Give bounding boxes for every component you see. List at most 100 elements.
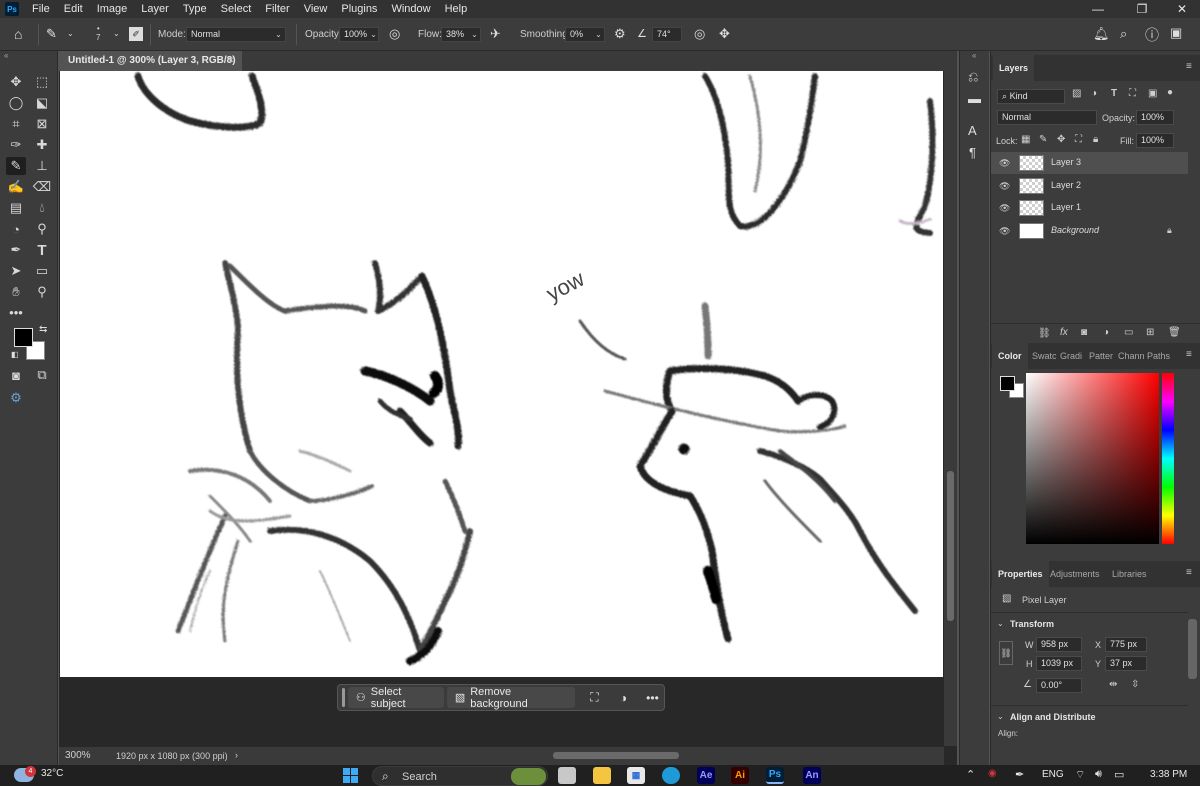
clock-time[interactable]: 3:38 PM <box>1150 769 1187 780</box>
eye-icon[interactable]: 👁︎ <box>999 226 1010 237</box>
mode-select[interactable]: Normal <box>186 27 286 42</box>
menu-type[interactable]: Type <box>176 0 214 18</box>
hue-slider[interactable] <box>1162 373 1174 544</box>
lasso-tool-icon[interactable]: ◯ <box>6 94 26 112</box>
adjustment-layer-icon[interactable]: ◑ <box>1103 327 1109 338</box>
animate-icon[interactable]: An <box>803 767 821 784</box>
filter-smart-object-icon[interactable]: ▣ <box>1148 88 1157 99</box>
width-field[interactable]: 958 px <box>1036 637 1082 652</box>
eye-icon[interactable]: 👁︎ <box>999 158 1010 169</box>
after-effects-icon[interactable]: Ae <box>697 767 715 784</box>
store-icon[interactable]: ▦ <box>627 767 645 784</box>
filter-type-icon[interactable]: T <box>1111 88 1117 99</box>
crop-tool-icon[interactable]: ⌗ <box>6 115 26 133</box>
filter-shape-icon[interactable]: ⛶ <box>1129 88 1136 99</box>
properties-scrollbar[interactable] <box>1188 619 1197 679</box>
x-field[interactable]: 775 px <box>1105 637 1147 652</box>
tab-patterns[interactable]: Patter <box>1089 343 1113 369</box>
symmetry-icon[interactable]: ✥ <box>719 26 730 42</box>
chevron-down-icon[interactable]: ⌄ <box>997 712 1004 721</box>
more-tools-icon[interactable]: ••• <box>6 303 26 321</box>
panel-menu-icon[interactable]: ≡ <box>1186 349 1192 360</box>
workspace-icon[interactable]: ▣ <box>1170 25 1182 41</box>
color-picker-field[interactable] <box>1026 373 1159 544</box>
tab-properties[interactable]: Properties <box>992 561 1049 587</box>
layer-opacity-field[interactable]: 100% <box>1136 110 1174 125</box>
pressure-opacity-icon[interactable]: ◎ <box>389 26 400 42</box>
chevron-down-icon[interactable]: ⌄ <box>469 27 480 42</box>
menu-view[interactable]: View <box>297 0 335 18</box>
eye-icon[interactable]: 👁︎ <box>999 181 1010 192</box>
paragraph-icon[interactable]: ¶ <box>969 145 976 160</box>
link-layers-icon[interactable]: ⛓ <box>1038 328 1051 339</box>
task-view-icon[interactable] <box>558 767 576 784</box>
volume-icon[interactable]: 🔊︎ <box>1095 768 1102 781</box>
brush-preset-picker[interactable]: • 7 <box>96 24 100 42</box>
more-options-icon[interactable]: ••• <box>641 687 664 708</box>
frame-tool-icon[interactable]: ⊠ <box>32 115 52 133</box>
delete-layer-icon[interactable]: 🗑︎ <box>1168 327 1181 338</box>
type-tool-icon[interactable]: T <box>32 241 52 259</box>
airbrush-icon[interactable]: ✈ <box>490 26 501 42</box>
new-layer-icon[interactable]: ⊞ <box>1146 327 1154 338</box>
chevron-down-icon[interactable]: ⌄ <box>67 29 74 38</box>
help-icon[interactable]: ⓘ <box>1145 25 1159 45</box>
default-colors-icon[interactable]: ◧ <box>11 350 19 359</box>
blur-tool-icon[interactable]: 💧︎ <box>32 199 52 217</box>
eraser-tool-icon[interactable]: ⌫ <box>32 178 52 196</box>
hand-tool-icon[interactable]: ✋︎ <box>6 283 26 301</box>
taskbar-search[interactable]: ⌕ Search <box>372 766 548 786</box>
tab-adjustments[interactable]: Adjustments <box>1050 561 1100 587</box>
menu-plugins[interactable]: Plugins <box>334 0 384 18</box>
horizontal-scrollbar[interactable] <box>238 747 944 765</box>
pen-tool-icon[interactable]: ✒ <box>6 241 26 259</box>
rotation-field[interactable]: 0.00° <box>1036 678 1082 693</box>
close-window-button[interactable]: ✕ <box>1164 0 1200 18</box>
tab-swatches[interactable]: Swatc <box>1032 343 1057 369</box>
tab-layers[interactable]: Layers <box>993 55 1035 81</box>
history-brush-tool-icon[interactable]: ✍ <box>6 178 26 196</box>
screen-mode-icon[interactable]: ⧉ <box>32 366 52 384</box>
layer-row[interactable]: 👁︎ Layer 3 <box>991 152 1188 174</box>
blend-mode-select[interactable]: Normal <box>997 110 1097 125</box>
close-tab-icon[interactable]: × <box>228 51 234 71</box>
tray-app-icon[interactable]: ◉ <box>988 768 997 779</box>
collapse-toolbox-icon[interactable]: « <box>4 51 8 60</box>
transform-icon[interactable]: ⛶ <box>583 687 606 708</box>
vertical-scrollbar[interactable] <box>944 71 957 746</box>
tab-libraries[interactable]: Libraries <box>1112 561 1147 587</box>
fx-icon[interactable]: fx <box>1060 327 1068 338</box>
menu-select[interactable]: Select <box>214 0 259 18</box>
new-group-icon[interactable]: ▭ <box>1124 327 1133 338</box>
pen-tray-icon[interactable]: ✒ <box>1015 768 1024 781</box>
height-field[interactable]: 1039 px <box>1036 656 1082 671</box>
lock-transparency-icon[interactable]: ▦ <box>1021 134 1030 145</box>
fill-field[interactable]: 100% <box>1136 133 1174 148</box>
path-selection-tool-icon[interactable]: ➤ <box>6 262 26 280</box>
menu-edit[interactable]: Edit <box>57 0 90 18</box>
quick-mask-icon[interactable]: ◙ <box>6 366 26 384</box>
menu-file[interactable]: File <box>25 0 57 18</box>
lock-pixels-icon[interactable]: ✎ <box>1039 134 1047 145</box>
layer-row[interactable]: 👁︎ Background 🔒︎ <box>991 220 1188 242</box>
move-tool-icon[interactable]: ✥ <box>6 73 26 91</box>
windows-start-icon[interactable] <box>343 768 358 783</box>
menu-filter[interactable]: Filter <box>258 0 296 18</box>
illustrator-icon[interactable]: Ai <box>731 767 749 784</box>
edge-icon[interactable] <box>662 767 680 784</box>
rectangle-tool-icon[interactable]: ▭ <box>32 262 52 280</box>
wifi-icon[interactable]: ⌔ <box>1075 768 1085 782</box>
tab-gradients[interactable]: Gradi <box>1060 343 1082 369</box>
restore-button[interactable]: ❐ <box>1124 0 1160 18</box>
gear-icon[interactable]: ⚙ <box>614 26 626 42</box>
layer-filter-kind[interactable]: ⌕ Kind <box>997 89 1065 104</box>
gradient-tool-icon[interactable]: ▤ <box>6 199 26 217</box>
y-field[interactable]: 37 px <box>1105 656 1147 671</box>
healing-brush-tool-icon[interactable]: ✚ <box>32 136 52 154</box>
filter-toggle-icon[interactable]: ● <box>1167 87 1173 98</box>
history-icon[interactable]: ⎌ <box>968 69 978 85</box>
sponge-tool-icon[interactable]: ⚲ <box>32 220 52 238</box>
search-icon[interactable]: ⌕ <box>1120 26 1127 42</box>
add-mask-icon[interactable]: ◙ <box>1081 327 1087 338</box>
tab-channels[interactable]: Chann <box>1118 343 1145 369</box>
